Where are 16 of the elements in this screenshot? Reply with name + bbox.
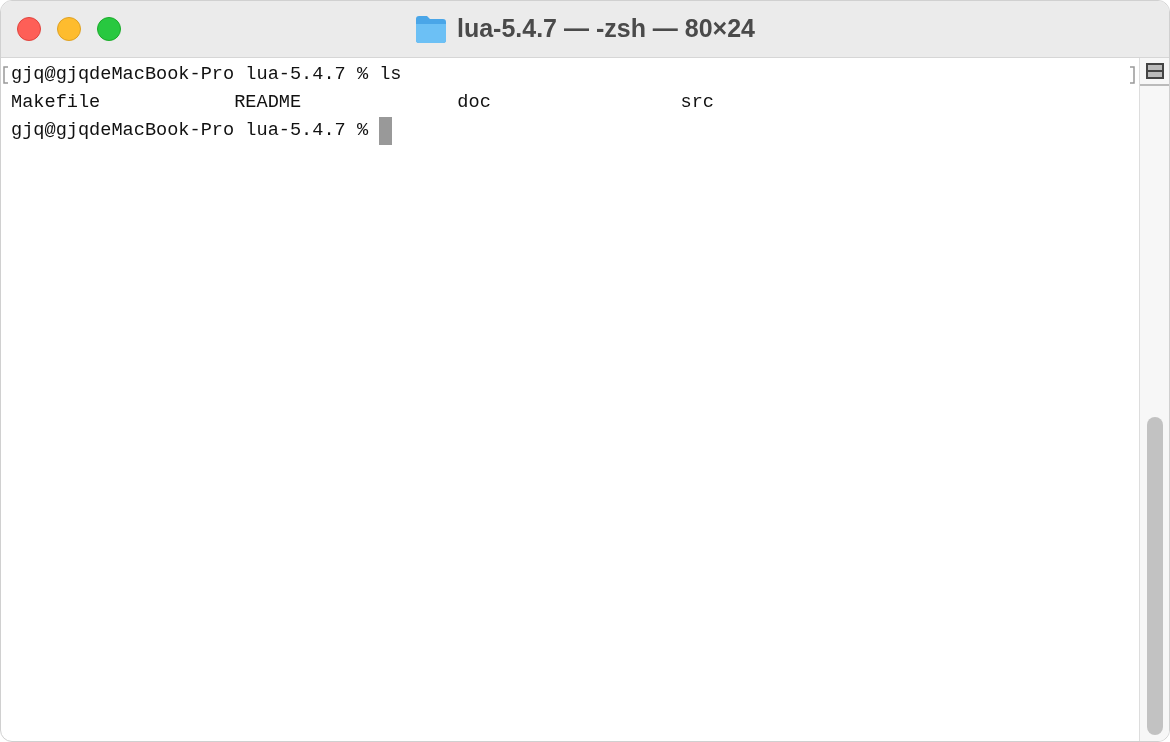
zoom-button[interactable] <box>97 17 121 41</box>
file-name: src <box>680 92 714 113</box>
line-mark-icon <box>1129 66 1135 84</box>
file-name: doc <box>457 92 491 113</box>
split-icon <box>1145 63 1164 79</box>
minimize-button[interactable] <box>57 17 81 41</box>
file-name: Makefile <box>11 92 101 113</box>
command-line: gjq@gjqdeMacBook-Pro lua-5.4.7 % <box>11 119 369 143</box>
terminal-area[interactable]: gjq@gjqdeMacBook-Pro lua-5.4.7 % ls Makefile README doc src gjq@gjqdeMacBook-Pro lua-5.4.7 % <box>1 58 1139 741</box>
window-title: lua-5.4.7 — -zsh — 80×24 <box>456 13 755 45</box>
line-mark-icon <box>3 66 9 84</box>
close-button[interactable] <box>17 17 41 41</box>
folder-icon <box>414 15 447 43</box>
command-line: gjq@gjqdeMacBook-Pro lua-5.4.7 % ls <box>11 63 402 87</box>
file-name: README <box>234 92 302 113</box>
scroll-thumb[interactable] <box>1146 417 1163 735</box>
